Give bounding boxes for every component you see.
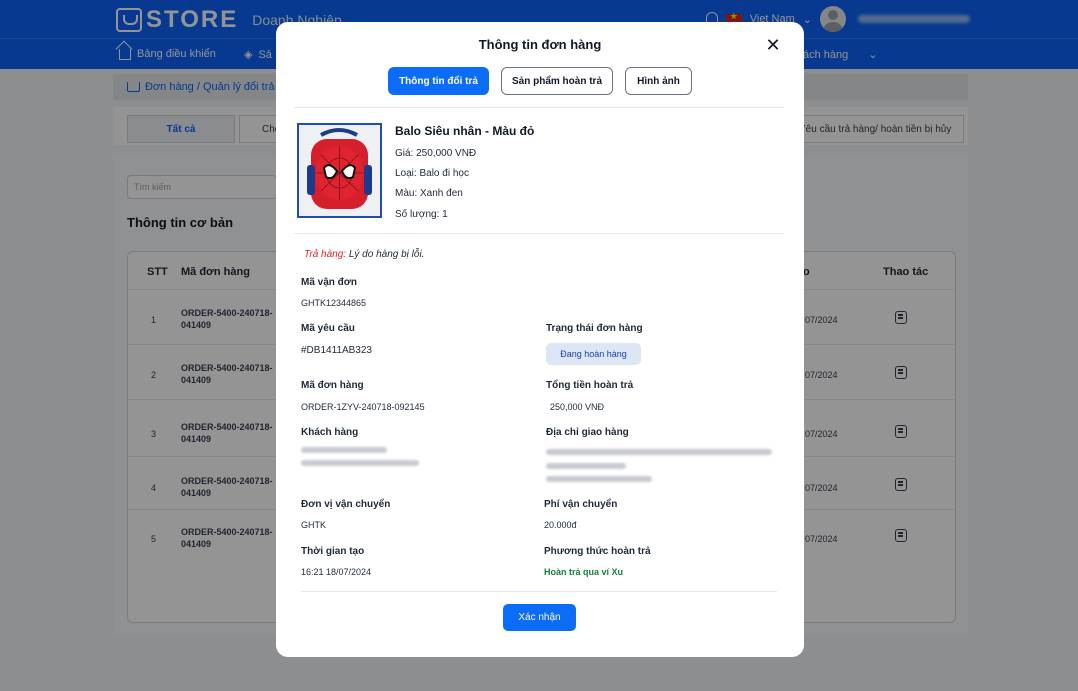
tab-return-info[interactable]: Thông tin đổi trả xyxy=(388,67,489,95)
shipping-fee-label: Phí vận chuyển xyxy=(544,499,618,510)
shipping-code-label: Mã vận đơn xyxy=(301,277,358,288)
close-icon[interactable]: ✕ xyxy=(763,35,783,55)
shipping-code-value: GHTK12344865 xyxy=(301,298,367,308)
refund-method-value: Hoàn trả qua ví Xu xyxy=(544,567,624,577)
return-reason-label: Trả hàng: xyxy=(304,249,347,260)
product-color: Màu: Xanh đen xyxy=(395,188,463,199)
refund-method-label: Phương thức hoàn trả xyxy=(544,546,651,557)
modal-title: Thông tin đơn hàng xyxy=(478,37,602,52)
created-time-label: Thời gian tạo xyxy=(301,546,365,557)
return-reason: Trả hàng: Lý do hàng bị lỗi. xyxy=(304,249,424,260)
product-quantity: Số lượng: 1 xyxy=(395,209,448,220)
carrier-value: GHTK xyxy=(301,520,327,530)
divider xyxy=(294,233,784,234)
created-time-value: 16:21 18/07/2024 xyxy=(301,567,372,577)
customer-label: Khách hàng xyxy=(301,427,359,438)
product-price: Giá: 250,000 VNĐ xyxy=(395,148,477,159)
customer-email-redacted xyxy=(301,460,419,466)
shipping-fee-value: 20.000đ xyxy=(544,520,577,530)
product-category: Loại: Balo đi học xyxy=(395,168,469,179)
address-redacted xyxy=(546,449,772,455)
spiderman-backpack-icon xyxy=(299,125,380,216)
tab-images[interactable]: Hình ảnh xyxy=(625,67,692,95)
return-reason-text: Lý do hàng bị lỗi. xyxy=(346,249,425,260)
order-status-label: Trạng thái đơn hàng xyxy=(546,323,643,334)
tab-returned-products[interactable]: Sản phẩm hoàn trả xyxy=(501,67,613,95)
address-redacted xyxy=(546,476,652,482)
product-name: Balo Siêu nhân - Màu đỏ xyxy=(395,124,535,138)
order-code-label: Mã đơn hàng xyxy=(301,380,364,391)
refund-total-value: 250,000 VNĐ xyxy=(550,402,605,412)
request-code-label: Mã yêu cầu xyxy=(301,323,355,334)
status-badge: Đang hoàn hàng xyxy=(546,343,641,365)
product-image xyxy=(297,123,382,218)
order-code-value: ORDER-1ZYV-240718-092145 xyxy=(301,402,425,412)
customer-name-redacted xyxy=(301,447,387,453)
divider xyxy=(301,591,777,592)
address-label: Địa chỉ giao hàng xyxy=(546,427,629,438)
refund-total-label: Tổng tiền hoàn trả xyxy=(546,380,634,391)
order-info-modal: Thông tin đơn hàng ✕ Thông tin đổi trả S… xyxy=(276,22,804,657)
carrier-label: Đơn vị vận chuyển xyxy=(301,499,391,510)
address-redacted xyxy=(546,463,626,469)
request-code-value: #DB1411AB323 xyxy=(301,345,372,356)
divider xyxy=(294,107,784,108)
confirm-button[interactable]: Xác nhận xyxy=(503,604,576,631)
